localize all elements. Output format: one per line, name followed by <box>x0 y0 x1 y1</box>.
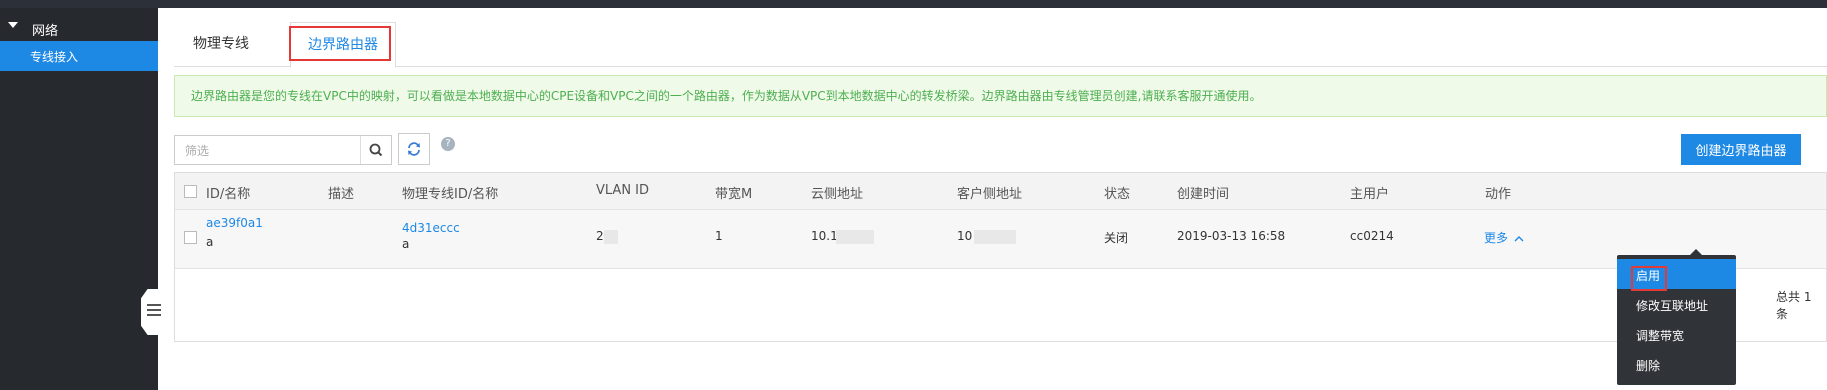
tab-bar: 物理专线 边界路由器 <box>174 22 1827 68</box>
redaction-mask <box>836 230 874 244</box>
create-border-router-button[interactable]: 创建边界路由器 <box>1681 134 1801 165</box>
col-description: 描述 <box>328 187 355 202</box>
refresh-icon <box>408 142 420 156</box>
col-bandwidth: 带宽M <box>715 187 753 202</box>
refresh-button[interactable] <box>398 133 430 165</box>
router-id-link[interactable]: ae39f0a1 <box>206 216 263 230</box>
col-id-name: ID/名称 <box>206 187 251 202</box>
top-bar <box>0 0 1827 8</box>
customer-address: 10 <box>957 229 973 243</box>
chevron-up-icon <box>1514 235 1524 241</box>
sidebar-item-label: 专线接入 <box>30 50 79 64</box>
row-checkbox[interactable] <box>184 231 197 244</box>
router-table: ID/名称 描述 物理专线ID/名称 VLAN ID 带宽M 云侧地址 客户侧地… <box>174 172 1827 342</box>
sidebar-group-label: 网络 <box>32 24 59 39</box>
redaction-mask <box>604 230 618 244</box>
highlight-box <box>289 26 391 61</box>
table-header: ID/名称 描述 物理专线ID/名称 VLAN ID 带宽M 云侧地址 客户侧地… <box>175 173 1826 210</box>
col-owner: 主用户 <box>1350 187 1390 202</box>
actions-dropdown-menu: 启用 修改互联地址 调整带宽 删除 <box>1617 255 1736 385</box>
caret-down-icon <box>8 22 18 28</box>
sidebar-group-network[interactable]: 网络 <box>0 18 158 40</box>
col-cloud-address: 云侧地址 <box>811 187 864 202</box>
col-vlan-id: VLAN ID <box>596 183 650 198</box>
menu-item-enable[interactable]: 启用 <box>1617 259 1736 291</box>
menu-item-adjust-bandwidth[interactable]: 调整带宽 <box>1617 319 1736 349</box>
tab-physical-line[interactable]: 物理专线 <box>193 22 249 66</box>
select-all-checkbox[interactable] <box>184 185 197 198</box>
menu-item-label: 修改互联地址 <box>1636 299 1709 313</box>
more-actions-link[interactable]: 更多 <box>1484 229 1524 246</box>
redaction-mask <box>974 230 1016 244</box>
col-action: 动作 <box>1485 187 1512 202</box>
filter-box <box>174 135 392 165</box>
line-name: a <box>402 237 410 251</box>
search-button[interactable] <box>360 136 391 164</box>
total-count: 总共 1 条 <box>1776 290 1812 321</box>
tab-border-router[interactable]: 边界路由器 <box>289 22 396 68</box>
router-name: a <box>206 235 214 249</box>
menu-item-label: 删除 <box>1636 359 1661 373</box>
col-customer-address: 客户侧地址 <box>957 187 1023 202</box>
menu-item-label: 调整带宽 <box>1636 329 1685 343</box>
line-id-link[interactable]: 4d31eccc <box>402 221 460 235</box>
more-actions-label: 更多 <box>1484 231 1509 245</box>
status-text: 关闭 <box>1104 231 1129 245</box>
filter-input[interactable] <box>183 141 347 161</box>
owner-name: cc0214 <box>1350 229 1394 243</box>
col-created-time: 创建时间 <box>1177 187 1230 202</box>
highlight-box <box>1631 266 1667 291</box>
menu-item-modify-interconnect-address[interactable]: 修改互联地址 <box>1617 289 1736 319</box>
created-time: 2019-03-13 16:58 <box>1177 229 1286 243</box>
bandwidth: 1 <box>715 229 723 243</box>
info-notice: 边界路由器是您的专线在VPC中的映射，可以看做是本地数据中心的CPE设备和VPC… <box>174 75 1827 117</box>
search-icon <box>369 143 383 157</box>
help-icon[interactable]: ? <box>441 137 455 151</box>
menu-item-delete[interactable]: 删除 <box>1617 349 1736 379</box>
table-row: ae39f0a1 a 4d31eccc a 2 1 10.1 10 关闭 201… <box>175 210 1826 269</box>
cloud-address: 10.1 <box>811 229 838 243</box>
sidebar: 网络 专线接入 <box>0 8 158 390</box>
vlan-id: 2 <box>596 229 604 243</box>
main-content: 物理专线 边界路由器 边界路由器是您的专线在VPC中的映射，可以看做是本地数据中… <box>158 8 1827 390</box>
col-line-id-name: 物理专线ID/名称 <box>402 187 499 202</box>
sidebar-item-dedicated-line[interactable]: 专线接入 <box>0 41 158 71</box>
col-status: 状态 <box>1104 187 1131 202</box>
